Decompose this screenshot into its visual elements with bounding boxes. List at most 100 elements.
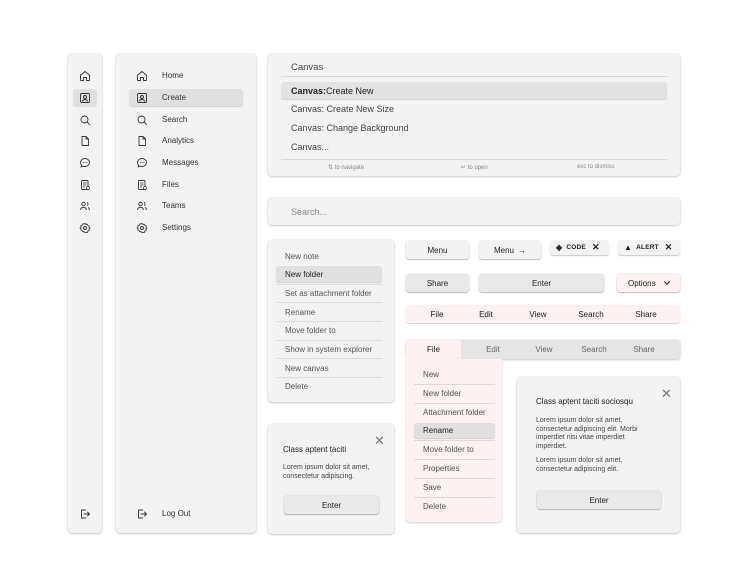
- close-icon[interactable]: ✕: [374, 434, 385, 447]
- context-menu-item[interactable]: Move folder to: [276, 322, 382, 338]
- dialog-body: Lorem ipsum dolor sit amet, consectetur …: [536, 417, 638, 450]
- sidebar: Home Create Search Analytics Messages Fi…: [116, 54, 256, 533]
- dialog: ✕ Class aptent taciti sociosqu Lorem ips…: [517, 377, 680, 533]
- sidebar-item-files[interactable]: Files: [129, 176, 243, 193]
- rail-teams-button[interactable]: [73, 197, 97, 215]
- open-hint: ↵ to open: [461, 165, 488, 171]
- share-button-label: Share: [426, 278, 449, 288]
- files-icon: [129, 179, 155, 191]
- context-menu-item[interactable]: Delete: [276, 378, 382, 394]
- sidebar-item-messages[interactable]: Messages: [129, 154, 243, 171]
- search-icon: [79, 114, 91, 126]
- alert-tag-label: ALERT: [636, 244, 659, 251]
- rail-logout-button[interactable]: [73, 505, 97, 523]
- file-icon: [129, 135, 155, 147]
- close-icon[interactable]: ✕: [665, 242, 673, 253]
- enter-button-label: Enter: [531, 278, 552, 288]
- rail-create-button[interactable]: [73, 89, 97, 107]
- menubar-item-file[interactable]: File: [406, 340, 461, 359]
- gear-icon: [129, 222, 155, 234]
- close-icon[interactable]: ✕: [661, 387, 672, 400]
- dropdown-item[interactable]: Rename: [414, 423, 495, 438]
- menubar-item-search[interactable]: Search: [569, 305, 613, 323]
- sidebar-item-home[interactable]: Home: [129, 67, 243, 84]
- sidebar-item-label: Teams: [162, 201, 186, 210]
- palette-query[interactable]: Canvas: [291, 62, 323, 73]
- dialog-title: Class aptent taciti: [283, 445, 347, 454]
- menu-button[interactable]: Menu: [406, 241, 469, 259]
- options-dropdown[interactable]: Options: [617, 274, 680, 292]
- palette-result[interactable]: Canvas: Create New: [281, 82, 667, 99]
- context-menu-item[interactable]: Show in system explorer: [276, 341, 382, 357]
- file-icon: [79, 135, 91, 147]
- palette-result[interactable]: Canvas: Change Background: [281, 119, 667, 136]
- sidebar-item-label: Analytics: [162, 136, 195, 145]
- menubar-item-view[interactable]: View: [519, 340, 569, 359]
- menubar-item-edit[interactable]: Edit: [465, 305, 507, 323]
- rail-analytics-button[interactable]: [73, 132, 97, 150]
- menubar-item-share[interactable]: Share: [619, 340, 669, 359]
- rail-search-button[interactable]: [73, 111, 97, 129]
- dropdown-item[interactable]: Move folder to: [414, 442, 495, 457]
- users-icon: [79, 200, 91, 212]
- options-label: Options: [628, 278, 656, 288]
- sidebar-item-search[interactable]: Search: [129, 111, 243, 128]
- enter-button[interactable]: Enter: [479, 274, 604, 292]
- menubar-item-file[interactable]: File: [416, 305, 458, 323]
- divider: [414, 440, 495, 441]
- dropdown-item[interactable]: Delete: [414, 499, 495, 514]
- menu-arrow-button[interactable]: Menu →: [479, 241, 541, 259]
- menubar-item-view[interactable]: View: [517, 305, 559, 323]
- menu-button-label: Menu: [427, 245, 448, 255]
- user-square-icon: [79, 92, 91, 104]
- context-menu-item[interactable]: New canvas: [276, 360, 382, 376]
- dialog-enter-button[interactable]: Enter: [537, 491, 661, 509]
- sidebar-item-label: Create: [162, 93, 187, 102]
- divider: [276, 358, 382, 359]
- icon-rail: [68, 54, 102, 533]
- context-menu-item[interactable]: Rename: [276, 304, 382, 320]
- sidebar-item-label: Home: [162, 71, 184, 80]
- close-icon[interactable]: ✕: [592, 242, 600, 253]
- palette-result-text: Canvas...: [291, 141, 330, 152]
- sidebar-item-settings[interactable]: Settings: [129, 219, 243, 236]
- dropdown-item[interactable]: Properties: [414, 461, 495, 476]
- dialog-title: Class aptent taciti sociosqu: [536, 397, 633, 406]
- alert-tag: ▲ ALERT ✕: [618, 240, 680, 255]
- rail-home-button[interactable]: [73, 67, 97, 85]
- palette-result[interactable]: Canvas...: [281, 138, 667, 155]
- tag-icon: ◈: [556, 243, 563, 252]
- dropdown-item[interactable]: Save: [414, 480, 495, 495]
- context-menu: New note New folder Set as attachment fo…: [268, 240, 394, 402]
- context-menu-item[interactable]: New note: [276, 248, 382, 264]
- gear-icon: [79, 222, 91, 234]
- rail-settings-button[interactable]: [73, 219, 97, 237]
- palette-result[interactable]: Canvas: Create New Size: [281, 100, 667, 117]
- dropdown-item[interactable]: Attachment folder: [414, 405, 495, 420]
- dropdown-item[interactable]: New: [414, 367, 495, 382]
- sidebar-item-label: Messages: [162, 158, 199, 167]
- menubar-item-share[interactable]: Share: [624, 305, 668, 323]
- dialog-enter-label: Enter: [321, 500, 342, 510]
- divider: [414, 403, 495, 404]
- dialog-enter-button[interactable]: Enter: [284, 496, 379, 514]
- rail-messages-button[interactable]: [73, 154, 97, 172]
- search-input[interactable]: [268, 198, 680, 225]
- rail-files-button[interactable]: [73, 176, 97, 194]
- dropdown-item[interactable]: New folder: [414, 386, 495, 401]
- palette-result-text: Create New: [326, 85, 374, 96]
- sidebar-item-analytics[interactable]: Analytics: [129, 132, 243, 149]
- menubar-item-edit[interactable]: Edit: [468, 340, 518, 359]
- context-menu-item[interactable]: Set as attachment folder: [276, 285, 382, 301]
- palette-result-bold: Canvas:: [291, 85, 327, 96]
- sidebar-item-create[interactable]: Create: [129, 89, 243, 106]
- menubar-item-search[interactable]: Search: [569, 340, 619, 359]
- search-field: [268, 198, 680, 225]
- share-button[interactable]: Share: [406, 274, 469, 292]
- menu-arrow-button-label: Menu: [493, 245, 514, 255]
- sidebar-item-teams[interactable]: Teams: [129, 197, 243, 214]
- dialog-body: Lorem ipsum dolor sit amet, consectetur …: [283, 464, 370, 480]
- sidebar-item-logout[interactable]: Log Out: [129, 505, 243, 522]
- context-menu-item[interactable]: New folder: [276, 266, 382, 282]
- divider: [414, 384, 495, 385]
